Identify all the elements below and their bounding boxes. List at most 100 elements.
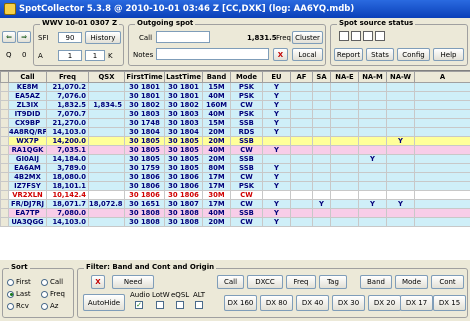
col-header-na-m[interactable]: NA-M [358, 71, 387, 83]
notes-field[interactable] [156, 48, 269, 60]
row-selector[interactable] [0, 217, 9, 227]
spot-row[interactable]: UA3QGG 14,103.0 30 1808 30 1808 20M CW Y [0, 217, 470, 227]
stats-button[interactable]: Stats [366, 48, 394, 61]
lotw-checkbox[interactable] [156, 301, 164, 309]
spot-row[interactable]: ZL3IX 1,832.5 1,834.5 30 1802 30 1802 160M CW Y [0, 100, 470, 110]
col-header-a[interactable]: A [414, 71, 470, 83]
row-selector[interactable] [0, 100, 9, 110]
row-selector[interactable] [0, 172, 9, 182]
dx17-button[interactable]: DX 17 [400, 295, 433, 311]
spot-row[interactable]: IZ7FSY 18,101.1 30 1806 30 1806 17M PSK Y [0, 181, 470, 191]
report-button[interactable]: Report [334, 48, 363, 61]
forward-arrow-button[interactable]: ⇒ [17, 31, 31, 43]
col-header-lasttime[interactable]: LastTime [164, 71, 203, 83]
cell-band: 40M [202, 91, 231, 101]
filter-clear-x-button[interactable]: X [91, 275, 105, 289]
row-selector[interactable] [0, 181, 9, 191]
sort-az-radio[interactable]: Az [41, 302, 58, 310]
cell-last: 30 1805 [164, 163, 203, 173]
row-selector[interactable] [0, 145, 9, 155]
need-button[interactable]: Need [112, 275, 154, 289]
spot-row[interactable]: 4A8RQ/RP 14,103.0 30 1804 30 1804 20M RDS Y [0, 127, 470, 137]
alt-checkbox[interactable] [195, 301, 203, 309]
row-selector[interactable] [0, 91, 9, 101]
outgoing-spot-group: Outgoing spot Call 1,831.5 Freq Cluster … [128, 19, 326, 66]
row-selector[interactable] [0, 163, 9, 173]
filter-tag-button[interactable]: Tag [319, 275, 347, 289]
autohide-button[interactable]: AutoHide [83, 294, 125, 311]
spot-row[interactable]: 4B2MX 18,080.0 30 1806 30 1806 17M CW Y [0, 172, 470, 182]
row-selector[interactable] [0, 154, 9, 164]
filter-call-button[interactable]: Call [217, 275, 244, 289]
row-selector[interactable] [0, 109, 9, 119]
dx160-button[interactable]: DX 160 [224, 295, 257, 311]
sort-last-radio[interactable]: Last [7, 290, 31, 298]
row-selector[interactable] [0, 82, 9, 92]
back-arrow-button[interactable]: ⇐ [2, 31, 16, 43]
local-button[interactable]: Local [292, 48, 323, 61]
row-selector[interactable] [0, 136, 9, 146]
spot-row[interactable]: CX9BP 21,270.0 30 1748 30 1803 15M SSB Y [0, 118, 470, 128]
sfi-field[interactable]: 90 [58, 32, 82, 43]
help-button[interactable]: Help [433, 48, 464, 61]
col-header-eu[interactable]: EU [262, 71, 291, 83]
clear-x-button[interactable]: X [273, 48, 288, 61]
dx15-button[interactable]: DX 15 [433, 295, 466, 311]
sort-freq-radio[interactable]: Freq [41, 290, 65, 298]
row-selector[interactable] [0, 199, 9, 209]
col-header-mode[interactable]: Mode [230, 71, 263, 83]
cell-nam [358, 109, 387, 119]
k-index-field[interactable]: 1 [85, 50, 105, 61]
col-header-firsttime[interactable]: FirstTime [124, 71, 165, 83]
spot-row[interactable]: GI0AIJ 14,184.0 30 1805 30 1805 20M SSB Y [0, 154, 470, 164]
filter-freq-button[interactable]: Freq [286, 275, 316, 289]
col-header-af[interactable]: AF [290, 71, 313, 83]
row-selector[interactable] [0, 190, 9, 200]
cell-nam: Y [358, 199, 387, 209]
sort-first-radio[interactable]: First [7, 278, 31, 286]
row-selector[interactable] [0, 118, 9, 128]
cell-first: 30 1803 [124, 109, 165, 119]
cell-call: EA5AZ [8, 91, 47, 101]
k-label: K [108, 52, 113, 60]
spot-row[interactable]: IT9DID 7,070.7 30 1803 30 1803 40M PSK Y [0, 109, 470, 119]
spot-row[interactable]: KE8M 21,070.2 30 1801 30 1801 15M PSK Y [0, 82, 470, 92]
config-button[interactable]: Config [397, 48, 430, 61]
col-header-call[interactable]: Call [8, 71, 47, 83]
col-header-freq[interactable]: Freq [46, 71, 89, 83]
row-selector[interactable] [0, 208, 9, 218]
col-header-sa[interactable]: SA [312, 71, 331, 83]
dx80-button[interactable]: DX 80 [260, 295, 293, 311]
spot-row[interactable]: EA7TP 7,080.0 30 1808 30 1808 40M SSB Y [0, 208, 470, 218]
sort-call-radio[interactable]: Call [41, 278, 63, 286]
filter-cont-button[interactable]: Cont [431, 275, 464, 289]
cell-first: 30 1808 [124, 217, 165, 227]
dx30-button[interactable]: DX 30 [332, 295, 365, 311]
filter-dxcc-button[interactable]: DXCC [247, 275, 283, 289]
dx40-button[interactable]: DX 40 [296, 295, 329, 311]
outgoing-call-field[interactable] [156, 31, 210, 43]
spot-row[interactable]: WX7P 14,200.0 30 1805 30 1805 20M SSB Y [0, 136, 470, 146]
spot-database-grid[interactable]: Call Freq QSX FirstTime LastTime Band Mo… [0, 70, 470, 260]
cluster-button[interactable]: Cluster [292, 31, 323, 44]
dx20-button[interactable]: DX 20 [368, 295, 401, 311]
filter-mode-button[interactable]: Mode [395, 275, 428, 289]
col-header-na-w[interactable]: NA-W [386, 71, 415, 83]
col-header-qsx[interactable]: QSX [88, 71, 125, 83]
sort-rcv-radio[interactable]: Rcv [7, 302, 29, 310]
spot-row[interactable]: EA5AZ 7,076.0 30 1801 30 1801 40M PSK Y [0, 91, 470, 101]
filter-band-button[interactable]: Band [360, 275, 392, 289]
spot-row[interactable]: VR2XLN 10,142.4 30 1806 30 1806 30M CW [0, 190, 470, 200]
audio-checkbox[interactable]: ✓ [135, 301, 143, 309]
spot-row[interactable]: FR/DJ7RJ 18,071.7 18,072.8 30 1651 30 1807 17… [0, 199, 470, 209]
eqsl-checkbox[interactable] [176, 301, 184, 309]
row-selector[interactable] [0, 127, 9, 137]
spot-row[interactable]: EA6AM 3,789.0 30 1759 30 1805 80M SSB Y [0, 163, 470, 173]
col-header-na-e[interactable]: NA-E [330, 71, 359, 83]
a-index-field[interactable]: 1 [58, 50, 82, 61]
spot-row[interactable]: RA1QGK 7,035.1 30 1805 30 1805 40M CW Y [0, 145, 470, 155]
cell-first: 30 1806 [124, 172, 165, 182]
history-button[interactable]: History [85, 31, 121, 44]
cell-mode: SSB [230, 154, 263, 164]
col-header-band[interactable]: Band [202, 71, 231, 83]
